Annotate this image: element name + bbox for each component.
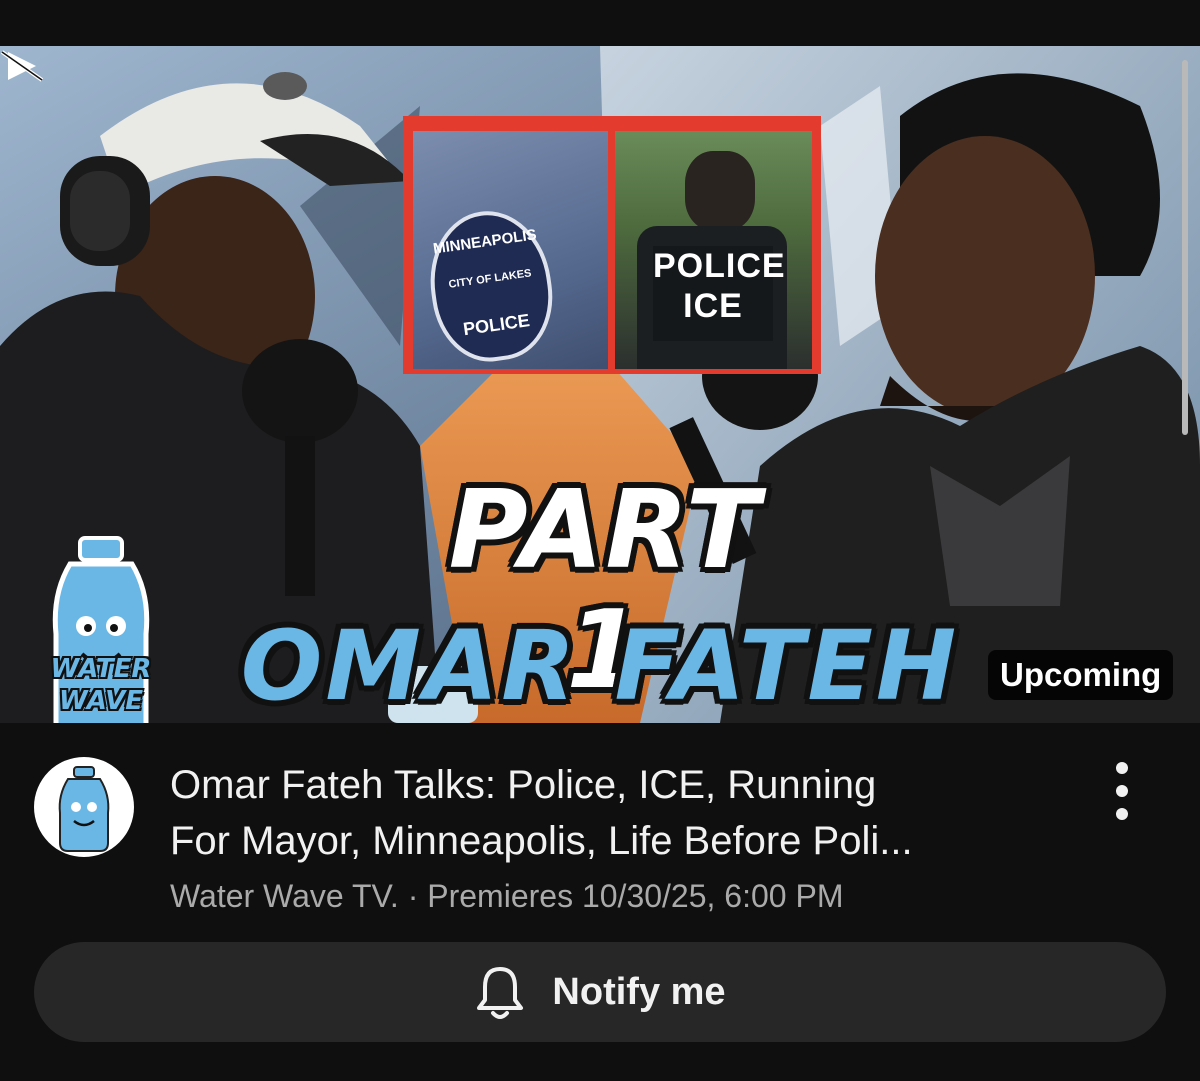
muted-play-icon <box>0 50 44 82</box>
patch-mid-text: CITY OF LAKES <box>447 267 533 291</box>
vest-label: POLICE ICE <box>653 246 786 341</box>
upcoming-badge: Upcoming <box>988 650 1174 700</box>
inset-photo-collage: MINNEAPOLIS CITY OF LAKES POLICE POLICE … <box>403 116 821 374</box>
thumbnail-title-name: OMAR FATEH <box>240 610 960 722</box>
bell-icon <box>477 967 524 1019</box>
patch-top-text: MINNEAPOLIS <box>432 226 538 258</box>
video-meta: Water Wave TV. · Premieres 10/30/25, 6:0… <box>170 878 844 914</box>
video-title[interactable]: Omar Fateh Talks: Police, ICE, Running F… <box>170 757 1070 869</box>
water-wave-logo: WATER WAVE <box>40 534 162 723</box>
kebab-dot <box>1116 785 1128 797</box>
logo-text-water: WATER <box>50 654 152 684</box>
video-thumbnail[interactable]: MINNEAPOLIS CITY OF LAKES POLICE POLICE … <box>0 46 1200 723</box>
kebab-dot <box>1116 762 1128 774</box>
video-title-line1: Omar Fateh Talks: Police, ICE, Running <box>170 763 877 807</box>
officer-head <box>685 151 755 231</box>
vest-line1: POLICE <box>653 247 786 285</box>
notify-me-label: Notify me <box>552 970 726 1013</box>
video-title-line2: For Mayor, Minneapolis, Life Before Poli… <box>170 819 913 863</box>
vest-line2: ICE <box>683 287 743 325</box>
police-patch: MINNEAPOLIS CITY OF LAKES POLICE <box>421 203 561 369</box>
channel-avatar[interactable] <box>34 757 134 857</box>
more-vert-icon[interactable] <box>1102 762 1142 820</box>
patch-bottom-text: POLICE <box>461 310 531 340</box>
top-bar <box>0 0 1200 46</box>
logo-text-wave: WAVE <box>59 686 143 716</box>
scrollbar[interactable] <box>1182 60 1188 435</box>
notify-me-button[interactable]: Notify me <box>34 942 1166 1042</box>
water-bottle-avatar-icon <box>58 766 110 852</box>
ice-vest-photo: POLICE ICE <box>615 131 812 369</box>
kebab-dot <box>1116 808 1128 820</box>
police-patch-photo: MINNEAPOLIS CITY OF LAKES POLICE <box>413 131 608 369</box>
